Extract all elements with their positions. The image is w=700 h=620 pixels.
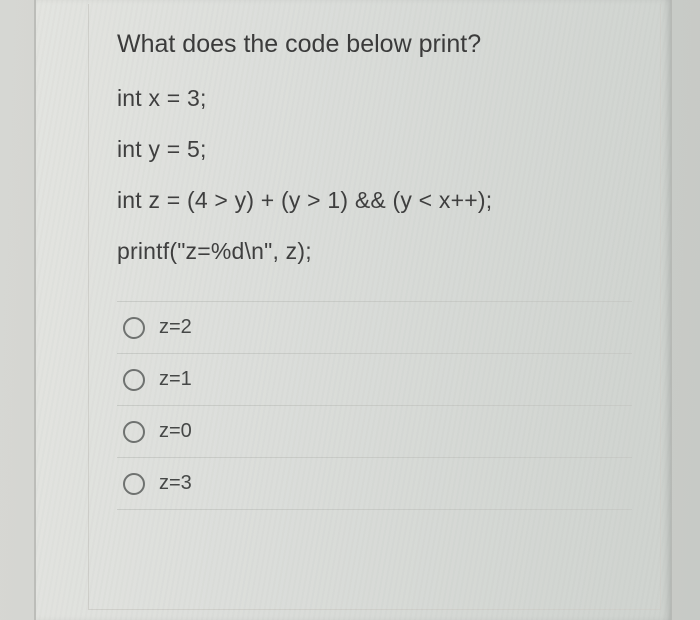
option-label: z=0: [159, 420, 192, 443]
code-line-1: int x = 3;: [117, 85, 632, 112]
radio-icon[interactable]: [123, 317, 145, 339]
answer-options: z=2 z=1 z=0 z=3: [117, 301, 632, 510]
code-line-3: int z = (4 > y) + (y > 1) && (y < x++);: [117, 187, 632, 214]
option-label: z=2: [159, 316, 192, 339]
option-row[interactable]: z=2: [117, 301, 632, 353]
code-line-4: printf("z=%d\n", z);: [117, 238, 632, 265]
option-row[interactable]: z=3: [117, 457, 632, 510]
option-row[interactable]: z=0: [117, 405, 632, 457]
screenshot-surface: What does the code below print? int x = …: [0, 0, 700, 620]
quiz-card: What does the code below print? int x = …: [34, 0, 672, 620]
radio-icon[interactable]: [123, 421, 145, 443]
code-line-2: int y = 5;: [117, 136, 632, 163]
quiz-content: What does the code below print? int x = …: [88, 4, 661, 610]
option-label: z=1: [159, 368, 192, 391]
option-row[interactable]: z=1: [117, 353, 632, 405]
radio-icon[interactable]: [123, 473, 145, 495]
option-label: z=3: [159, 472, 192, 495]
question-text: What does the code below print?: [117, 30, 632, 59]
radio-icon[interactable]: [123, 369, 145, 391]
